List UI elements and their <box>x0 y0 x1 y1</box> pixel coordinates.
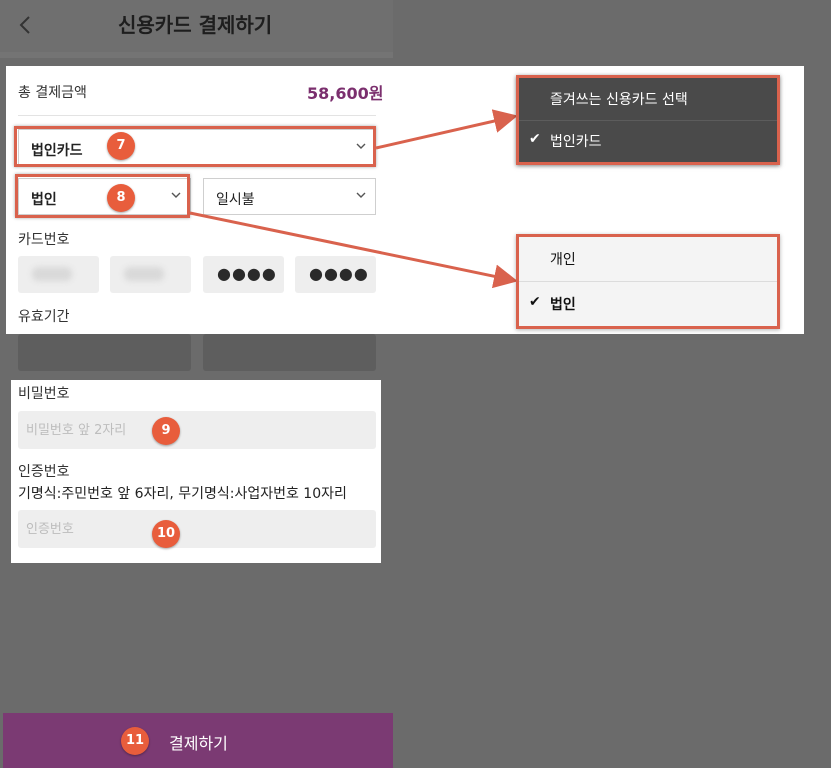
highlight-frame-type-select <box>15 174 190 218</box>
menu-item-favorite-card[interactable]: 즐겨쓰는 신용카드 선택 <box>519 78 777 121</box>
step-badge-11: 11 <box>121 727 149 755</box>
step-badge-7: 7 <box>107 132 135 160</box>
menu-item-label: 즐겨쓰는 신용카드 선택 <box>550 92 688 108</box>
menu-item-label: 개인 <box>550 252 576 268</box>
expiry-year-field[interactable] <box>203 334 376 371</box>
expiry-month-field[interactable] <box>18 334 191 371</box>
check-icon: ✔ <box>529 131 541 147</box>
pay-button-label: 결제하기 <box>169 734 228 753</box>
password-input[interactable] <box>18 411 376 449</box>
auth-input[interactable] <box>18 510 376 548</box>
card-number-label: 카드번호 <box>18 232 70 248</box>
owner-type-menu: 개인 ✔ 법인 <box>516 234 780 329</box>
blurred-value <box>124 267 164 281</box>
step-badge-8: 8 <box>107 184 135 212</box>
page-title: 신용카드 결제하기 <box>118 13 273 37</box>
blurred-value <box>32 267 72 281</box>
masked-digits: ●●●● <box>217 264 277 283</box>
menu-item-personal[interactable]: 개인 <box>519 237 777 282</box>
menu-item-corporate-card[interactable]: ✔ 법인카드 <box>519 120 777 162</box>
pay-button[interactable]: 결제하기 <box>3 713 393 768</box>
check-icon: ✔ <box>529 294 541 310</box>
chevron-left-icon <box>19 16 30 34</box>
menu-item-corporate[interactable]: ✔ 법인 <box>519 282 777 326</box>
chevron-down-icon <box>355 187 367 207</box>
installment-select[interactable]: 일시불 <box>203 178 376 215</box>
step-badge-9: 9 <box>152 417 180 445</box>
total-amount: 58,600원 <box>307 84 384 103</box>
auth-label: 인증번호 <box>18 464 70 480</box>
menu-item-label: 법인카드 <box>550 134 602 150</box>
card-number-field-4[interactable]: ●●●● <box>295 256 376 293</box>
header-divider <box>0 52 393 58</box>
password-label: 비밀번호 <box>18 386 70 402</box>
installment-select-value: 일시불 <box>216 192 255 208</box>
total-label: 총 결제금액 <box>18 85 87 101</box>
card-number-field-2[interactable] <box>110 256 191 293</box>
menu-item-label: 법인 <box>550 297 576 313</box>
step-badge-10: 10 <box>152 520 180 548</box>
masked-digits: ●●●● <box>309 264 369 283</box>
expiry-label: 유효기간 <box>18 309 70 325</box>
card-number-field-1[interactable] <box>18 256 99 293</box>
auth-hint: 기명식:주민번호 앞 6자리, 무기명식:사업자번호 10자리 <box>18 486 347 502</box>
card-number-field-3[interactable]: ●●●● <box>203 256 284 293</box>
back-button[interactable] <box>16 10 40 40</box>
divider <box>18 115 376 116</box>
card-type-menu: 즐겨쓰는 신용카드 선택 ✔ 법인카드 <box>516 75 780 165</box>
highlight-frame-card-select <box>14 126 376 167</box>
